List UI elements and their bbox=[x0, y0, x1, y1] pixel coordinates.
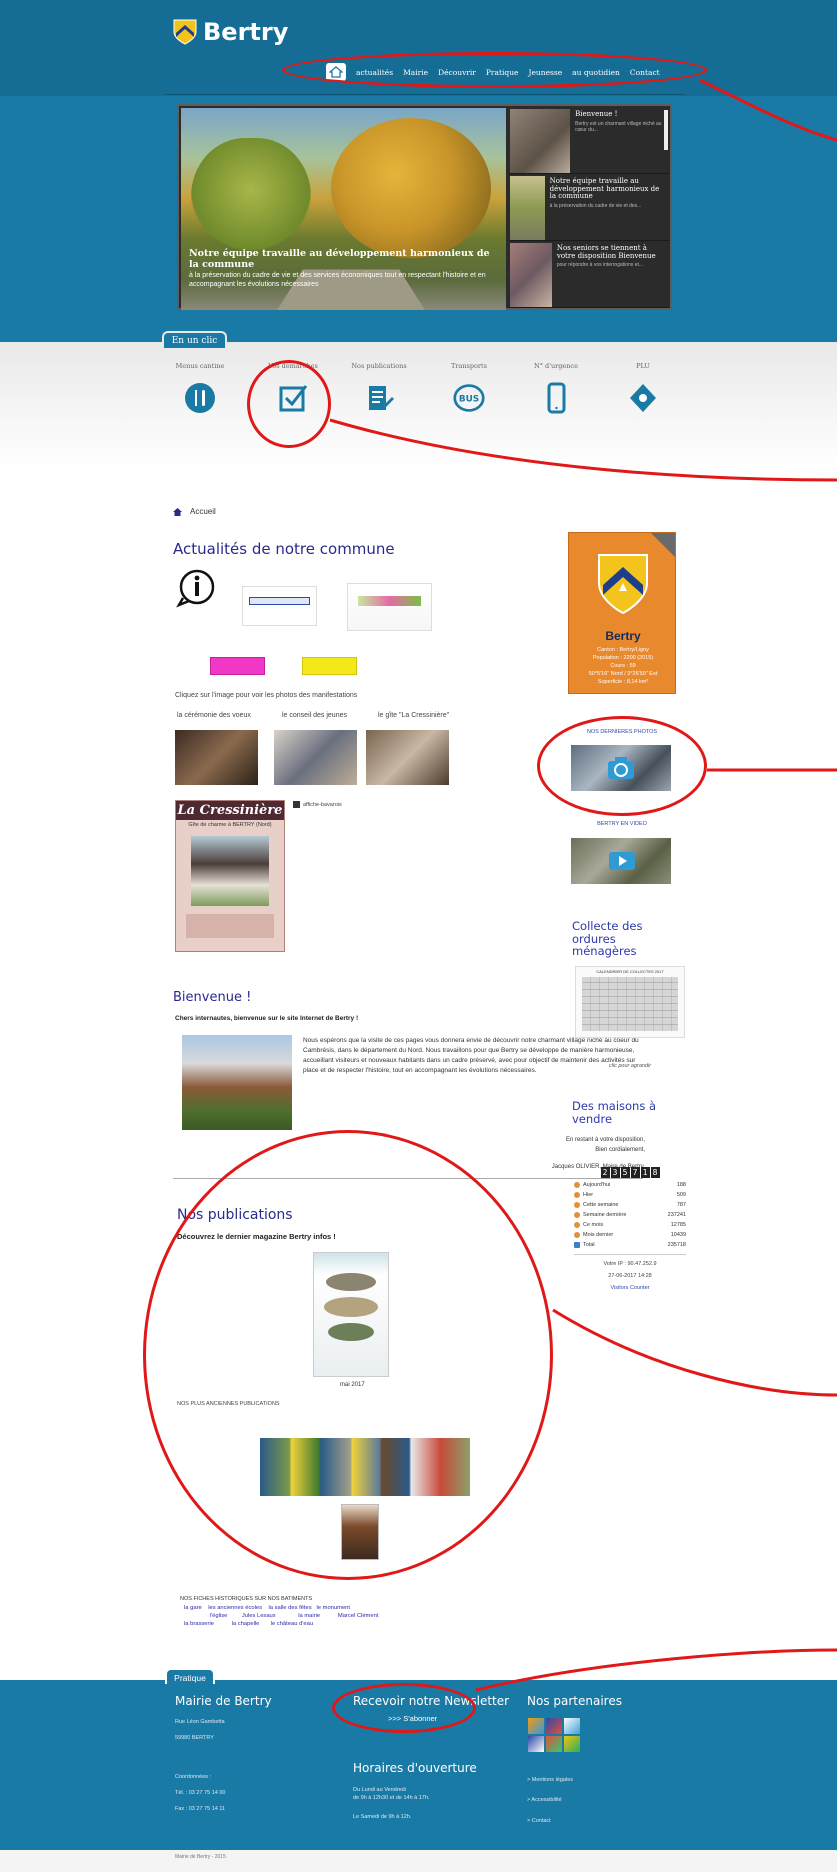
annotation-arrows bbox=[329, 78, 837, 1692]
